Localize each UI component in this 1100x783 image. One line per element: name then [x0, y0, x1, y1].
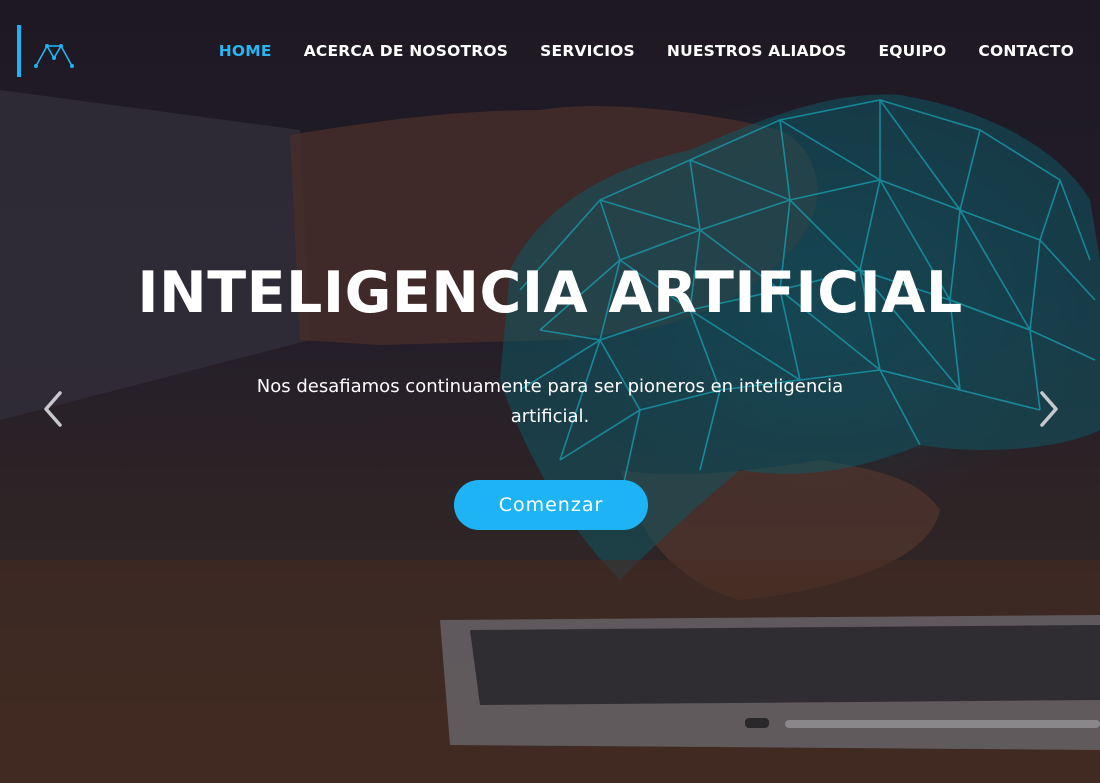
nav-item-home[interactable]: HOME	[219, 40, 272, 62]
nav-item-acerca-de-nosotros[interactable]: ACERCA DE NOSOTROS	[304, 40, 508, 62]
comenzar-button[interactable]: Comenzar	[454, 480, 648, 530]
hero-title: INTELIGENCIA ARTIFICIAL	[137, 260, 963, 326]
mountain-network-logo-icon[interactable]	[33, 40, 75, 70]
hero-subtitle: Nos desafiamos continuamente para ser pi…	[256, 376, 844, 427]
chevron-right-icon[interactable]	[1034, 387, 1064, 431]
nav-item-equipo[interactable]: EQUIPO	[879, 40, 947, 62]
chevron-left-icon[interactable]	[38, 387, 68, 431]
nav-item-nuestros-aliados[interactable]: NUESTROS ALIADOS	[667, 40, 847, 62]
logo-accent-bar	[17, 25, 21, 77]
nav-item-servicios[interactable]: SERVICIOS	[540, 40, 635, 62]
main-nav: HOME ACERCA DE NOSOTROS SERVICIOS NUESTR…	[187, 40, 1074, 62]
nav-item-contacto[interactable]: CONTACTO	[978, 40, 1074, 62]
top-navbar: HOME ACERCA DE NOSOTROS SERVICIOS NUESTR…	[0, 0, 1100, 100]
hero-slider: HOME ACERCA DE NOSOTROS SERVICIOS NUESTR…	[0, 0, 1100, 783]
